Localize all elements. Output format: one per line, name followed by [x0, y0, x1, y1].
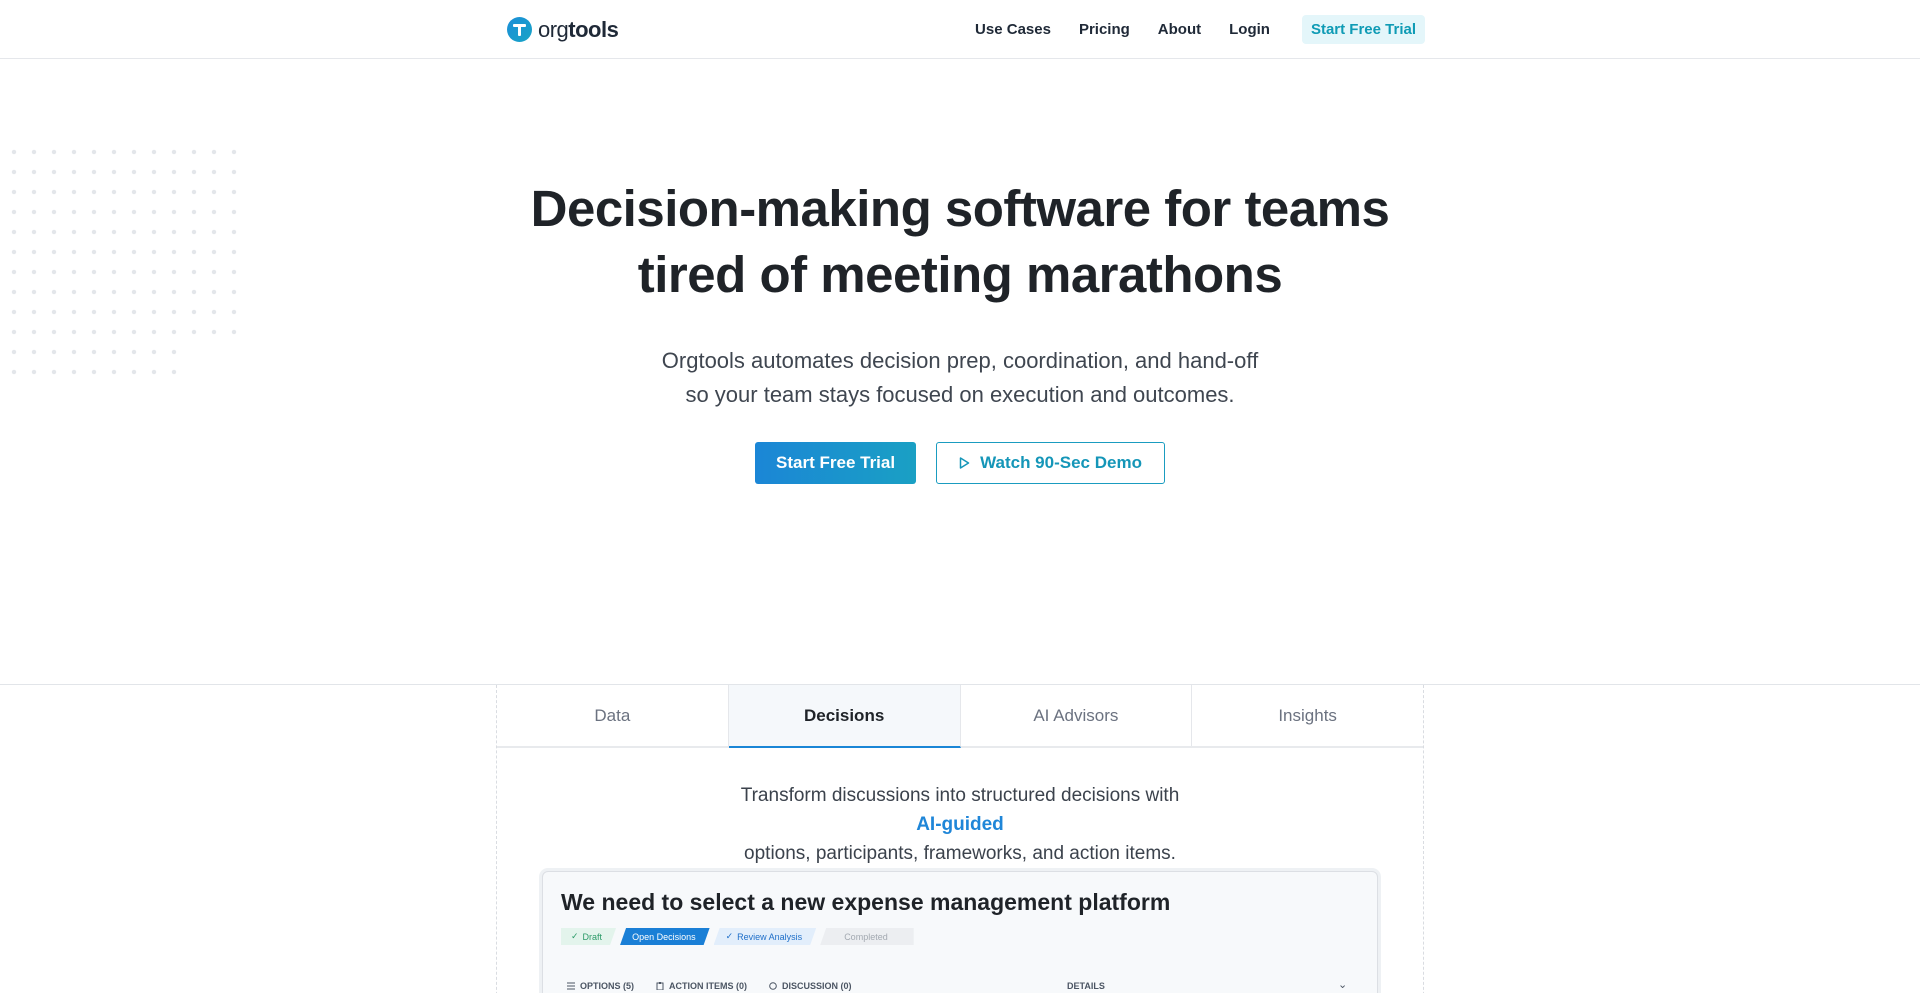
- chat-bubble-icon: [769, 982, 777, 990]
- nav-link-login[interactable]: Login: [1229, 21, 1270, 38]
- hero-buttons: Start Free Trial Watch 90-Sec Demo: [0, 442, 1920, 484]
- tab-insights[interactable]: Insights: [1192, 685, 1423, 746]
- tab-ai-advisors[interactable]: AI Advisors: [961, 685, 1193, 746]
- tab-description-line-1: Transform discussions into structured de…: [497, 781, 1423, 839]
- hero-subtitle-line-2: so your team stays focused on execution …: [685, 382, 1235, 407]
- start-free-trial-button[interactable]: Start Free Trial: [755, 442, 917, 484]
- check-icon: ✓: [725, 931, 734, 941]
- product-mockup: We need to select a new expense manageme…: [542, 871, 1378, 993]
- clipboard-icon: [656, 982, 664, 990]
- step-draft: ✓ Draft: [561, 928, 616, 945]
- watch-demo-button[interactable]: Watch 90-Sec Demo: [936, 442, 1165, 484]
- ai-guided-highlight: AI-guided: [916, 814, 1004, 835]
- feature-tabs: Data Decisions AI Advisors Insights: [497, 685, 1423, 748]
- mockup-tab-discussion: DISCUSSION (0): [769, 981, 852, 991]
- orgtools-logo[interactable]: orgtools: [507, 16, 619, 43]
- hero-title-line-1: Decision-making software for teams: [530, 180, 1390, 237]
- hero-title-line-2: tired of meeting marathons: [637, 246, 1283, 303]
- tab-description: Transform discussions into structured de…: [497, 781, 1423, 868]
- step-review-analysis: ✓ Review Analysis: [714, 928, 817, 945]
- tab-decisions[interactable]: Decisions: [728, 685, 961, 748]
- mockup-sub-tabs: OPTIONS (5) ACTION ITEMS (0) DISCUSSION …: [567, 981, 852, 991]
- orgtools-logo-icon: [507, 17, 532, 42]
- logo-text: orgtools: [538, 16, 619, 42]
- nav-container: orgtools Use Cases Pricing About Login S…: [507, 0, 1425, 59]
- nav-link-pricing[interactable]: Pricing: [1079, 21, 1130, 38]
- mockup-details-label: DETAILS: [1067, 981, 1105, 991]
- mockup-status-steps: ✓ Draft Open Decisions ✓ Review Analysis C…: [561, 928, 914, 945]
- watch-demo-label: Watch 90-Sec Demo: [980, 453, 1142, 472]
- hero-subtitle-line-1: Orgtools automates decision prep, coordi…: [661, 348, 1259, 373]
- mockup-tab-action-items: ACTION ITEMS (0): [656, 981, 747, 991]
- hero-subtitle: Orgtools automates decision prep, coordi…: [0, 344, 1920, 412]
- step-open-decisions: Open Decisions: [620, 928, 710, 945]
- nav-links: Use Cases Pricing About Login Start Free…: [975, 15, 1425, 44]
- list-icon: [567, 982, 575, 990]
- nav-link-about[interactable]: About: [1158, 21, 1201, 38]
- tab-data[interactable]: Data: [497, 685, 729, 746]
- nav-link-use-cases[interactable]: Use Cases: [975, 21, 1051, 38]
- mockup-decision-title: We need to select a new expense manageme…: [561, 889, 1171, 915]
- mockup-tab-options: OPTIONS (5): [567, 981, 634, 991]
- step-completed: Completed: [820, 928, 914, 945]
- hero-title: Decision-making software for teams tired…: [0, 176, 1920, 308]
- play-icon: [959, 457, 970, 469]
- top-navigation: orgtools Use Cases Pricing About Login S…: [0, 0, 1920, 59]
- check-icon: ✓: [571, 931, 579, 941]
- nav-start-free-trial-button[interactable]: Start Free Trial: [1301, 15, 1425, 44]
- tab-description-line-2: options, participants, frameworks, and a…: [744, 843, 1176, 864]
- chevron-down-icon: ⌄: [1338, 979, 1348, 991]
